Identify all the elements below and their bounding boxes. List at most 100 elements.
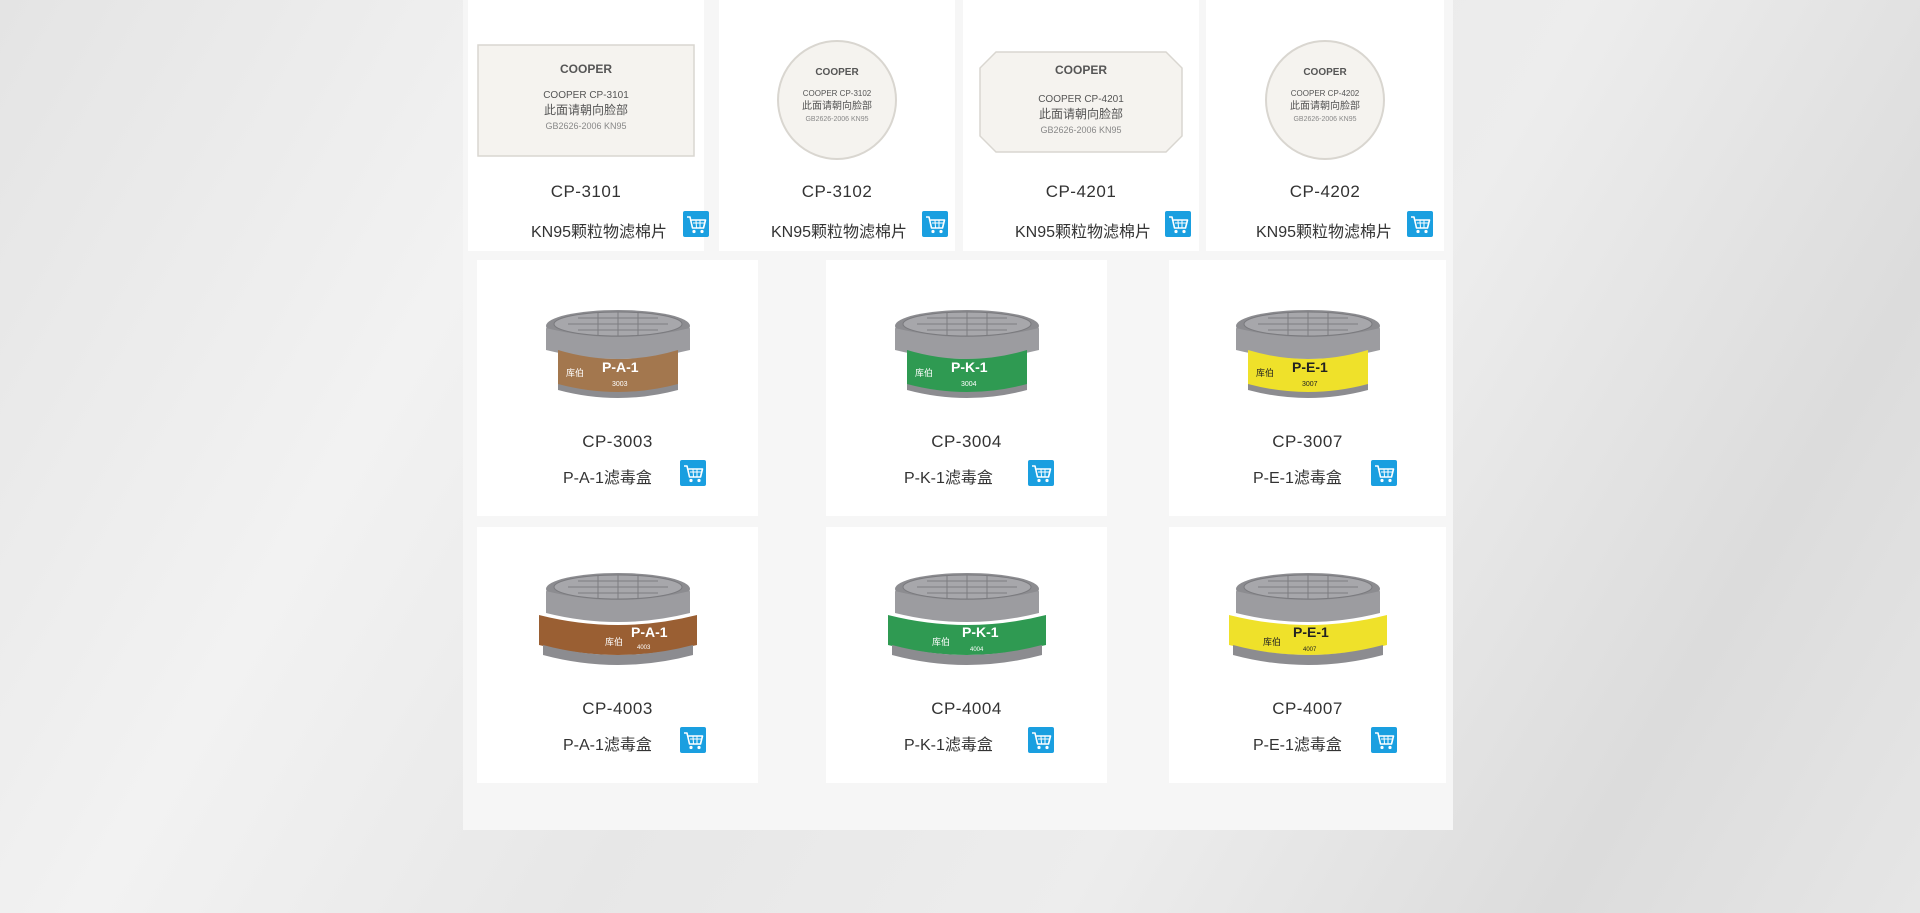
svg-text:库伯: 库伯 (932, 636, 950, 647)
filter-pad-hex-image: COOPER COOPER CP-4201 此面请朝向脸部 GB2626-200… (979, 51, 1183, 153)
product-panel: COOPER COOPER CP-3101 此面请朝向脸部 GB2626-200… (463, 0, 1453, 830)
svg-text:库伯: 库伯 (566, 367, 584, 378)
product-description[interactable]: P-E-1滤毒盒 (1253, 464, 1342, 488)
svg-text:库伯: 库伯 (1263, 636, 1281, 647)
product-code[interactable]: CP-4007 (1169, 699, 1446, 719)
svg-text:COOPER: COOPER (815, 67, 859, 78)
add-to-cart-button[interactable] (1371, 727, 1397, 753)
product-image[interactable]: COOPER COOPER CP-3102 此面请朝向脸部 GB2626-200… (719, 30, 955, 170)
product-description[interactable]: P-A-1滤毒盒 (563, 731, 652, 755)
product-description[interactable]: P-E-1滤毒盒 (1253, 731, 1342, 755)
add-to-cart-button[interactable] (680, 460, 706, 486)
add-to-cart-button[interactable] (1407, 211, 1433, 237)
svg-text:P-E-1: P-E-1 (1292, 359, 1328, 375)
svg-text:COOPER CP-3102: COOPER CP-3102 (803, 89, 872, 98)
svg-text:3007: 3007 (1302, 381, 1318, 388)
filter-cartridge-image: 库伯 P-K-1 3004 (894, 310, 1039, 398)
product-description[interactable]: KN95颗粒物滤棉片 (531, 218, 667, 242)
shopping-cart-icon (684, 465, 704, 483)
product-description[interactable]: KN95颗粒物滤棉片 (1256, 218, 1392, 242)
shopping-cart-icon (684, 732, 704, 750)
product-description[interactable]: P-K-1滤毒盒 (904, 731, 993, 755)
svg-text:COOPER CP-4201: COOPER CP-4201 (1038, 94, 1124, 105)
svg-text:GB2626-2006 KN95: GB2626-2006 KN95 (545, 121, 626, 131)
product-image[interactable]: 库伯 P-E-1 3007 (1169, 298, 1446, 408)
svg-text:P-A-1: P-A-1 (602, 359, 639, 375)
product-description[interactable]: KN95颗粒物滤棉片 (771, 218, 907, 242)
product-code[interactable]: CP-3004 (826, 432, 1107, 452)
add-to-cart-button[interactable] (1028, 727, 1054, 753)
product-image[interactable]: COOPER COOPER CP-4201 此面请朝向脸部 GB2626-200… (963, 30, 1199, 170)
product-description[interactable]: P-K-1滤毒盒 (904, 464, 993, 488)
svg-text:COOPER: COOPER (560, 62, 612, 76)
shopping-cart-icon (1032, 465, 1052, 483)
add-to-cart-button[interactable] (1028, 460, 1054, 486)
svg-text:3004: 3004 (961, 381, 977, 388)
product-card-cp-3003[interactable]: 库伯 P-A-1 3003 CP-3003 P-A-1滤毒盒 (477, 260, 758, 516)
add-to-cart-button[interactable] (683, 211, 709, 237)
svg-text:P-K-1: P-K-1 (951, 359, 988, 375)
svg-text:COOPER CP-3101: COOPER CP-3101 (543, 90, 629, 101)
product-image[interactable]: 库伯 P-K-1 3004 (826, 298, 1107, 408)
product-description[interactable]: P-A-1滤毒盒 (563, 464, 652, 488)
product-code[interactable]: CP-3101 (468, 182, 704, 202)
product-card-cp-3004[interactable]: 库伯 P-K-1 3004 CP-3004 P-K-1滤毒盒 (826, 260, 1107, 516)
shopping-cart-icon (1032, 732, 1052, 750)
product-card-cp-4202[interactable]: COOPER COOPER CP-4202 此面请朝向脸部 GB2626-200… (1206, 0, 1444, 251)
product-code[interactable]: CP-3007 (1169, 432, 1446, 452)
product-card-cp-4003[interactable]: 库伯 P-A-1 4003 CP-4003 P-A-1滤毒盒 (477, 527, 758, 783)
filter-cartridge-image: 库伯 P-A-1 3003 (545, 310, 690, 398)
product-code[interactable]: CP-3102 (719, 182, 955, 202)
add-to-cart-button[interactable] (1165, 211, 1191, 237)
product-image[interactable]: 库伯 P-K-1 4004 (826, 565, 1107, 675)
product-code[interactable]: CP-4202 (1206, 182, 1444, 202)
shopping-cart-icon (1375, 465, 1395, 483)
svg-text:COOPER: COOPER (1055, 63, 1107, 77)
product-image[interactable]: 库伯 P-A-1 3003 (477, 298, 758, 408)
filter-cartridge-image: 库伯 P-E-1 4007 (1228, 573, 1387, 665)
svg-text:4003: 4003 (637, 645, 651, 651)
svg-text:3003: 3003 (612, 381, 628, 388)
svg-text:此面请朝向脸部: 此面请朝向脸部 (1039, 106, 1123, 121)
product-code[interactable]: CP-4004 (826, 699, 1107, 719)
add-to-cart-button[interactable] (680, 727, 706, 753)
product-code[interactable]: CP-4201 (963, 182, 1199, 202)
svg-text:库伯: 库伯 (1256, 367, 1274, 378)
filter-cartridge-image: 库伯 P-A-1 4003 (538, 573, 697, 665)
svg-text:4007: 4007 (1303, 647, 1317, 653)
product-description[interactable]: KN95颗粒物滤棉片 (1015, 218, 1151, 242)
product-image[interactable]: 库伯 P-A-1 4003 (477, 565, 758, 675)
svg-text:GB2626-2006 KN95: GB2626-2006 KN95 (805, 116, 868, 123)
filter-pad-rect-image: COOPER COOPER CP-3101 此面请朝向脸部 GB2626-200… (477, 43, 695, 157)
product-card-cp-4004[interactable]: 库伯 P-K-1 4004 CP-4004 P-K-1滤毒盒 (826, 527, 1107, 783)
svg-text:P-A-1: P-A-1 (631, 624, 668, 640)
svg-text:此面请朝向脸部: 此面请朝向脸部 (802, 99, 872, 112)
product-card-cp-4201[interactable]: COOPER COOPER CP-4201 此面请朝向脸部 GB2626-200… (963, 0, 1199, 251)
product-card-cp-3007[interactable]: 库伯 P-E-1 3007 CP-3007 P-E-1滤毒盒 (1169, 260, 1446, 516)
filter-pad-round-image: COOPER COOPER CP-4202 此面请朝向脸部 GB2626-200… (1265, 39, 1385, 160)
product-card-cp-3101[interactable]: COOPER COOPER CP-3101 此面请朝向脸部 GB2626-200… (468, 0, 709, 251)
add-to-cart-button[interactable] (922, 211, 948, 237)
svg-text:P-K-1: P-K-1 (962, 624, 999, 640)
product-card-cp-3102[interactable]: COOPER COOPER CP-3102 此面请朝向脸部 GB2626-200… (719, 0, 955, 251)
svg-text:P-E-1: P-E-1 (1293, 624, 1329, 640)
product-image[interactable]: COOPER COOPER CP-4202 此面请朝向脸部 GB2626-200… (1206, 30, 1444, 170)
product-image[interactable]: 库伯 P-E-1 4007 (1169, 565, 1446, 675)
product-image[interactable]: COOPER COOPER CP-3101 此面请朝向脸部 GB2626-200… (468, 30, 704, 170)
product-card-cp-4007[interactable]: 库伯 P-E-1 4007 CP-4007 P-E-1滤毒盒 (1169, 527, 1446, 783)
product-code[interactable]: CP-3003 (477, 432, 758, 452)
svg-text:GB2626-2006 KN95: GB2626-2006 KN95 (1040, 125, 1121, 135)
add-to-cart-button[interactable] (1371, 460, 1397, 486)
svg-text:此面请朝向脸部: 此面请朝向脸部 (1290, 99, 1360, 112)
shopping-cart-icon (1375, 732, 1395, 750)
svg-text:库伯: 库伯 (605, 636, 623, 647)
svg-text:此面请朝向脸部: 此面请朝向脸部 (544, 102, 628, 117)
shopping-cart-icon (1169, 216, 1189, 234)
filter-cartridge-image: 库伯 P-E-1 3007 (1235, 310, 1380, 398)
shopping-cart-icon (687, 216, 707, 234)
product-code[interactable]: CP-4003 (477, 699, 758, 719)
shopping-cart-icon (1411, 216, 1431, 234)
svg-text:4004: 4004 (970, 647, 984, 653)
svg-text:COOPER: COOPER (1303, 67, 1347, 78)
shopping-cart-icon (926, 216, 946, 234)
